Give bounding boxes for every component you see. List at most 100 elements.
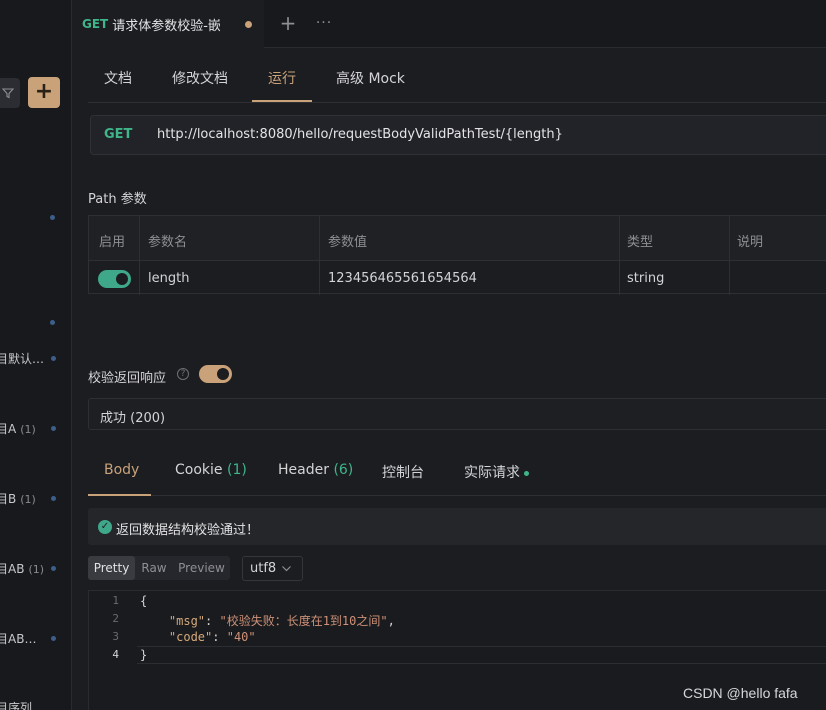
line-number: 1 [112,594,119,607]
sidebar-dot [50,215,55,220]
encoding-select[interactable]: utf8 [242,556,303,581]
mode-pretty[interactable]: Pretty [88,556,135,580]
http-method[interactable]: GET [104,127,132,142]
validation-banner: ✓ 返回数据结构校验通过！ [88,508,826,545]
sidebar-item[interactable]: 目序列 [0,697,71,710]
column-divider [139,216,140,295]
tab-body[interactable]: Body [104,462,139,478]
table-header [89,216,826,261]
view-mode-switch: Pretty Raw Preview [88,556,230,580]
param-value[interactable]: 123456465561654564 [328,271,477,286]
sidebar-item[interactable]: 目A(1) [0,418,71,438]
column-divider [319,216,320,295]
sidebar-item-count: (1) [28,563,45,576]
sidebar-item-label: 目AB [0,562,25,576]
json-key: "msg" [168,614,206,628]
tab-request[interactable]: GET 请求体参数校验-嵌套 [72,0,264,48]
sidebar-item-label: 目默认… [0,352,45,366]
app-window: + 目默认… 目A(1) 目B(1) 目AB(1) 目AB… 目序列 G [0,0,826,710]
url-bar[interactable]: GET http://localhost:8080/hello/requestB… [90,115,826,155]
sidebar-dot [51,566,56,571]
encoding-value: utf8 [250,561,277,576]
line-gutter: 1 2 3 4 [89,591,129,710]
response-select-value: 成功 (200) [100,411,166,426]
add-button[interactable]: + [28,77,60,108]
tab-method: GET [82,17,109,31]
column-header: 参数值 [328,235,368,250]
filter-icon [2,88,14,99]
tab-header[interactable]: Header (6) [278,462,353,478]
active-tab-underline [88,494,151,496]
column-header: 参数名 [148,235,188,250]
sidebar-item-count: (1) [20,493,36,506]
code-line: } [140,648,148,662]
json-value: "校验失败：长度在1到10之间" [219,614,388,628]
sidebar-dot [51,356,56,361]
sidebar-item[interactable]: 目B(1) [0,488,71,508]
chevron-down-icon [282,566,291,572]
tab-bar: GET 请求体参数校验-嵌套 + ··· [72,0,826,48]
sidebar-dot [51,636,56,641]
param-name[interactable]: length [148,271,189,286]
status-dot-icon [524,470,529,476]
new-tab-button[interactable]: + [276,10,300,36]
tab-edit-docs[interactable]: 修改文档 [172,68,228,88]
filter-button[interactable] [0,78,20,108]
response-tabs: Body Cookie (1) Header (6) 控制台 实际请求 [88,448,826,496]
current-line-highlight [137,646,826,664]
sidebar-item-label: 目AB… [0,632,37,646]
help-icon[interactable]: ? [177,368,189,380]
sidebar: + 目默认… 目A(1) 目B(1) 目AB(1) 目AB… 目序列 [0,0,72,710]
sidebar-item-label: 目A [0,422,17,436]
check-circle-icon: ✓ [98,520,112,534]
sidebar-item-count: (1) [20,423,36,436]
tab-docs[interactable]: 文档 [104,68,132,88]
path-params-table: 启用 参数名 参数值 类型 说明 length 1234564655616545… [88,215,826,295]
sidebar-dot [51,496,56,501]
sub-nav: 文档 修改文档 运行 高级 Mock [88,48,826,103]
tab-actual-request[interactable]: 实际请求 [464,462,529,482]
line-number: 3 [112,630,119,643]
sidebar-item[interactable]: 目默认… [0,348,71,368]
more-tabs-button[interactable]: ··· [312,10,336,36]
column-header: 说明 [737,235,764,250]
tab-advanced-mock[interactable]: 高级 Mock [336,68,405,88]
column-divider [729,216,730,295]
tab-title: 请求体参数校验-嵌套 [112,18,221,34]
tab-cookie-count: (1) [226,462,247,478]
sidebar-dot [51,426,56,431]
json-value: "40" [226,630,256,644]
mode-preview[interactable]: Preview [173,556,230,580]
validate-response-toggle[interactable] [199,365,232,383]
line-number: 2 [112,612,119,625]
line-number: 4 [112,648,119,661]
column-header: 启用 [99,235,126,250]
sidebar-item[interactable]: 目AB… [0,628,71,648]
url-input[interactable]: http://localhost:8080/hello/requestBodyV… [157,127,563,142]
unsaved-dot-icon [245,21,252,28]
param-type[interactable]: string [627,271,664,286]
tab-cookie[interactable]: Cookie (1) [175,462,247,478]
sidebar-dot [50,320,55,325]
validate-response-label: 校验返回响应 [88,371,167,386]
code-line: { [140,594,148,608]
code-line: "msg": "校验失败：长度在1到10之间", [168,614,395,628]
sidebar-item-label: 目序列 [0,701,33,710]
param-enabled-toggle[interactable] [98,270,131,288]
validation-message: 返回数据结构校验通过！ [116,523,260,538]
sidebar-item[interactable]: 目AB(1) [0,558,71,578]
column-header: 类型 [627,235,654,250]
tab-header-count: (6) [333,462,354,478]
column-divider [619,216,620,295]
path-params-title: Path 参数 [88,192,147,207]
response-select[interactable]: 成功 (200) [88,398,826,430]
tab-actual-request-label: 实际请求 [464,465,520,481]
watermark: CSDN @hello fafa [683,685,798,701]
tab-run[interactable]: 运行 [268,68,296,88]
sidebar-item-label: 目B [0,492,17,506]
tab-header-label: Header [278,462,329,478]
code-line: "code": "40" [168,630,256,644]
tab-console[interactable]: 控制台 [382,462,424,482]
mode-raw[interactable]: Raw [135,556,173,580]
json-key: "code" [168,630,213,644]
